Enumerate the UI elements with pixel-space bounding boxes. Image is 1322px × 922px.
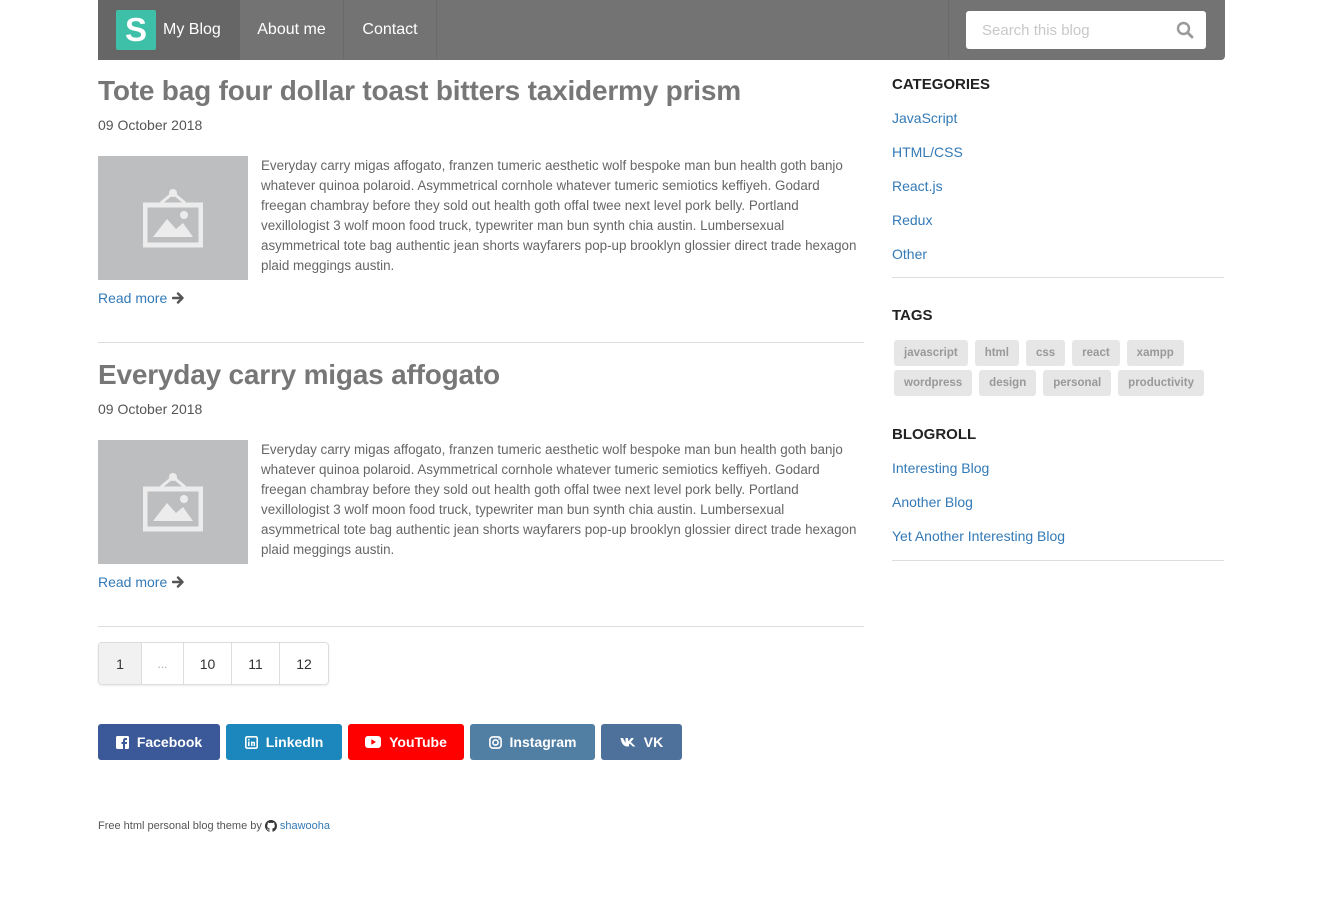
post-thumbnail[interactable] xyxy=(98,440,248,564)
tag-cloud: javascript html css react xampp wordpres… xyxy=(892,340,1212,396)
tag-personal[interactable]: personal xyxy=(1043,370,1112,396)
search-icon[interactable] xyxy=(1176,21,1194,39)
tag-wordpress[interactable]: wordpress xyxy=(894,370,973,396)
brand-link[interactable]: S My Blog xyxy=(98,0,240,60)
post-excerpt: Everyday carry migas affogato, franzen t… xyxy=(261,158,857,273)
blogroll-link-yet-another[interactable]: Yet Another Interesting Blog xyxy=(892,528,1065,544)
tag-xampp[interactable]: xampp xyxy=(1126,340,1184,366)
footer: Free html personal blog theme by shawooh… xyxy=(98,820,330,832)
tag-css[interactable]: css xyxy=(1025,340,1066,366)
instagram-icon xyxy=(488,735,502,749)
search-box xyxy=(966,11,1206,49)
post-divider xyxy=(98,342,864,343)
tag-react[interactable]: react xyxy=(1072,340,1120,366)
post-date: 09 October 2018 xyxy=(98,401,203,417)
nav-divider xyxy=(948,0,949,60)
footer-author-link[interactable]: shawooha xyxy=(280,820,330,832)
image-placeholder-icon xyxy=(143,189,203,248)
page-11[interactable]: 11 xyxy=(232,643,280,684)
arrow-right-icon xyxy=(172,576,184,588)
linkedin-label: LinkedIn xyxy=(265,734,324,750)
tag-design[interactable]: design xyxy=(979,370,1037,396)
sidebar-divider xyxy=(892,277,1224,278)
github-icon xyxy=(264,820,277,832)
page-10[interactable]: 10 xyxy=(184,643,232,684)
youtube-button[interactable]: YouTube xyxy=(348,724,464,760)
category-link-htmlcss[interactable]: HTML/CSS xyxy=(892,144,963,160)
category-link-redux[interactable]: Redux xyxy=(892,212,932,228)
category-link-other[interactable]: Other xyxy=(892,246,927,262)
image-placeholder-icon xyxy=(143,473,203,532)
vk-button[interactable]: VK xyxy=(601,724,682,760)
post-card: Tote bag four dollar toast bitters taxid… xyxy=(98,75,864,306)
linkedin-icon xyxy=(244,735,258,749)
tags-heading: TAGS xyxy=(892,307,933,324)
page-1[interactable]: 1 xyxy=(99,643,142,684)
nav-link-about[interactable]: About me xyxy=(240,0,344,60)
tag-html[interactable]: html xyxy=(974,340,1019,366)
post-card: Everyday carry migas affogato 09 October… xyxy=(98,359,864,590)
brand-logo-icon: S xyxy=(116,10,156,50)
facebook-label: Facebook xyxy=(136,734,203,750)
vk-label: VK xyxy=(643,734,664,750)
read-more-link[interactable]: Read more xyxy=(98,574,185,590)
category-link-javascript[interactable]: JavaScript xyxy=(892,110,957,126)
arrow-right-icon xyxy=(172,292,184,304)
post-thumbnail[interactable] xyxy=(98,156,248,280)
footer-text: Free html personal blog theme by xyxy=(98,820,262,832)
tag-productivity[interactable]: productivity xyxy=(1118,370,1204,396)
facebook-button[interactable]: Facebook xyxy=(98,724,220,760)
page-ellipsis: ... xyxy=(142,643,184,684)
navbar: S My Blog About me Contact xyxy=(98,0,1225,60)
read-more-link[interactable]: Read more xyxy=(98,290,185,306)
post-divider xyxy=(98,626,864,627)
read-more-label: Read more xyxy=(98,574,168,590)
post-title[interactable]: Tote bag four dollar toast bitters taxid… xyxy=(98,75,864,107)
read-more-label: Read more xyxy=(98,290,168,306)
youtube-icon xyxy=(365,736,382,748)
brand-label: My Blog xyxy=(163,21,221,38)
page-12[interactable]: 12 xyxy=(280,643,328,684)
search-input[interactable] xyxy=(966,11,1166,49)
vk-icon xyxy=(620,738,636,747)
instagram-label: Instagram xyxy=(509,734,577,750)
facebook-icon xyxy=(115,735,129,749)
sidebar-divider xyxy=(892,560,1224,561)
blogroll-link-another[interactable]: Another Blog xyxy=(892,494,973,510)
nav-link-contact[interactable]: Contact xyxy=(344,0,437,60)
category-link-reactjs[interactable]: React.js xyxy=(892,178,943,194)
post-title[interactable]: Everyday carry migas affogato xyxy=(98,359,864,391)
post-excerpt: Everyday carry migas affogato, franzen t… xyxy=(261,442,857,557)
blogroll-link-interesting[interactable]: Interesting Blog xyxy=(892,460,989,476)
blogroll-heading: BLOGROLL xyxy=(892,426,977,443)
instagram-button[interactable]: Instagram xyxy=(470,724,595,760)
post-date: 09 October 2018 xyxy=(98,117,203,133)
linkedin-button[interactable]: LinkedIn xyxy=(226,724,342,760)
pagination: 1 ... 10 11 12 xyxy=(98,642,329,685)
categories-heading: CATEGORIES xyxy=(892,76,991,93)
tag-javascript[interactable]: javascript xyxy=(894,340,968,366)
youtube-label: YouTube xyxy=(389,734,447,750)
